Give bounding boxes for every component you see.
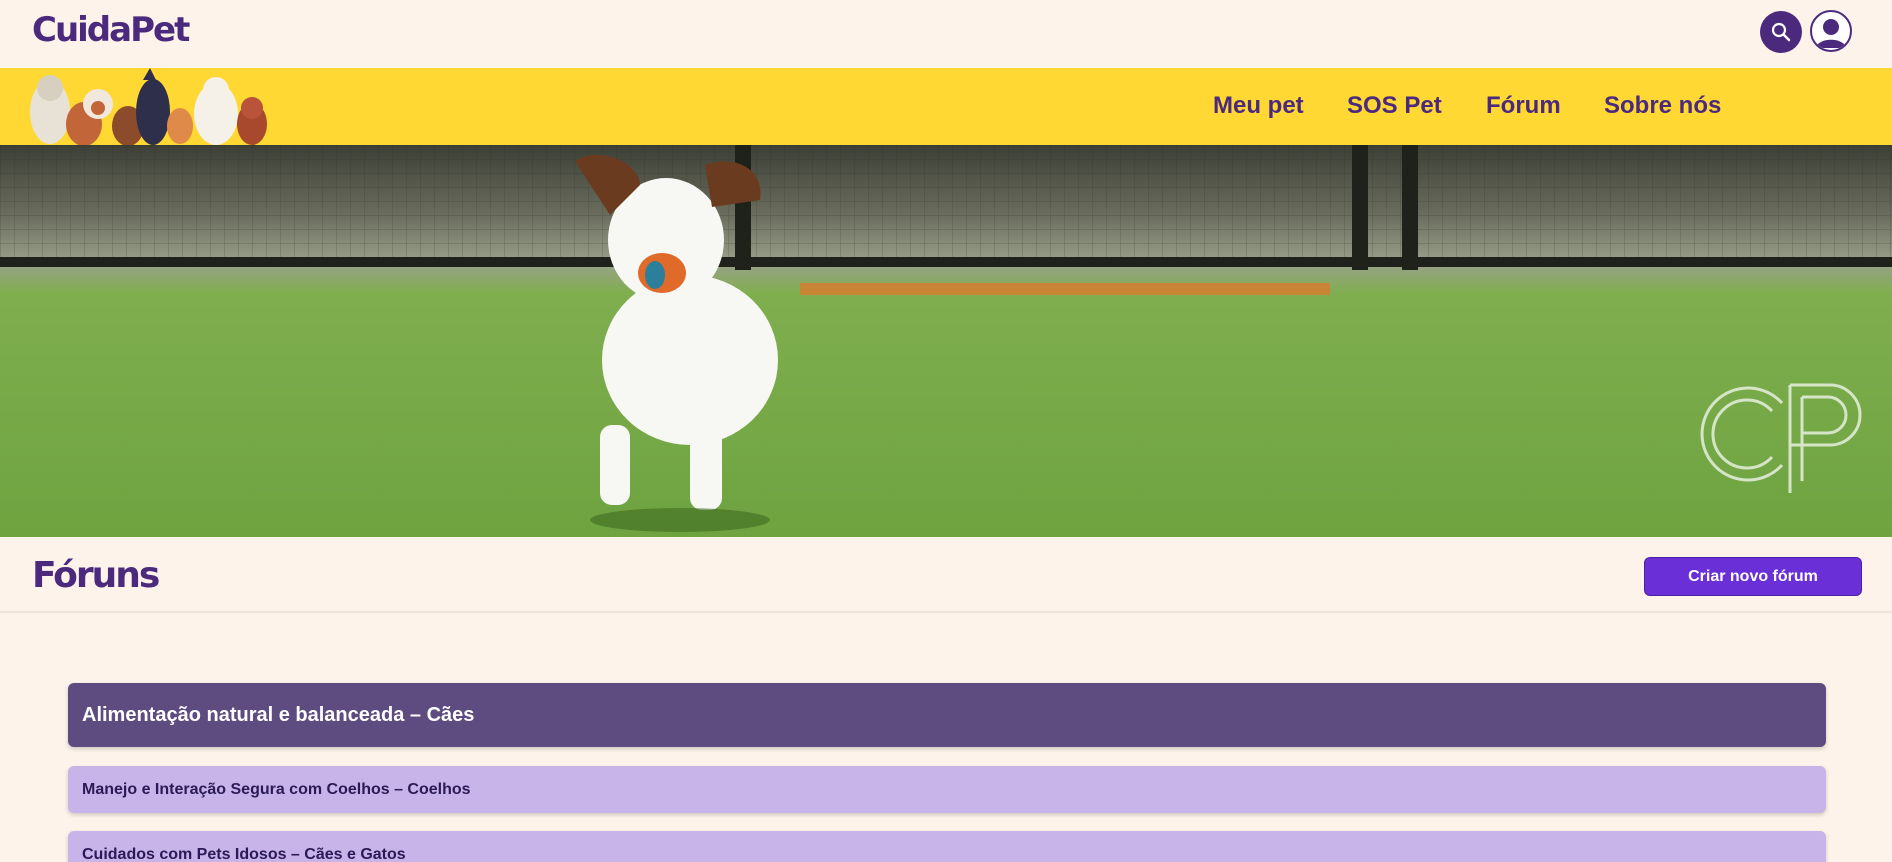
- nav-sos-pet[interactable]: SOS Pet: [1347, 92, 1442, 120]
- create-forum-button[interactable]: Criar novo fórum: [1644, 557, 1862, 596]
- forum-item[interactable]: Cuidados com Pets Idosos – Cães e Gatos: [68, 831, 1826, 862]
- page-header: [0, 537, 1892, 613]
- user-profile-button[interactable]: [1810, 10, 1852, 52]
- hero-image: [0, 145, 1892, 537]
- logo[interactable]: CuidaPet: [32, 10, 190, 50]
- nav-sobre-nos[interactable]: Sobre nós: [1604, 92, 1721, 120]
- dogs-illustration: [30, 68, 267, 145]
- nav-meu-pet[interactable]: Meu pet: [1213, 92, 1304, 120]
- page-title: Fóruns: [32, 555, 160, 596]
- top-bar: [0, 0, 1892, 68]
- forum-item[interactable]: Manejo e Interação Segura com Coelhos – …: [68, 766, 1826, 813]
- nav-forum[interactable]: Fórum: [1486, 92, 1561, 120]
- search-button[interactable]: [1760, 11, 1802, 53]
- search-icon: [1771, 22, 1791, 42]
- user-avatar-icon: [1816, 19, 1846, 48]
- forum-item-active[interactable]: Alimentação natural e balanceada – Cães: [68, 683, 1826, 747]
